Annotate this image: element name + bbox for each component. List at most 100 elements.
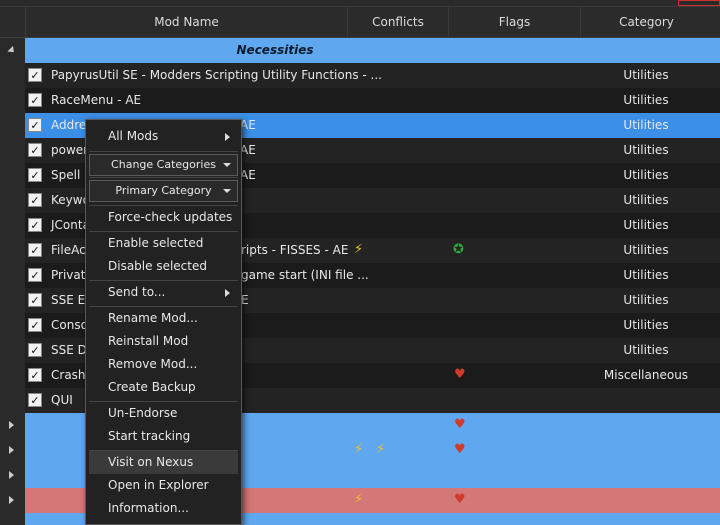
window-edge xyxy=(678,0,720,6)
group-expander[interactable] xyxy=(0,488,25,513)
primary-category-dropdown[interactable]: Primary Category xyxy=(89,180,238,202)
menu-send-to[interactable]: Send to... xyxy=(89,281,238,304)
row-gutter xyxy=(0,138,25,163)
expand-arrow-icon xyxy=(9,446,14,454)
enabled-checkbox[interactable]: ✓ xyxy=(28,143,42,157)
pin-icon: ✪ xyxy=(453,242,464,257)
enabled-checkbox[interactable]: ✓ xyxy=(28,168,42,182)
enabled-checkbox[interactable]: ✓ xyxy=(28,68,42,82)
expand-arrow-icon xyxy=(9,471,14,479)
header-mod-name[interactable]: Mod Name xyxy=(25,7,347,37)
submenu-arrow-icon xyxy=(225,289,230,297)
row-gutter xyxy=(0,238,25,263)
mod-name-visible-right: E xyxy=(241,293,249,307)
enabled-checkbox[interactable]: ✓ xyxy=(28,318,42,332)
mod-category: Utilities xyxy=(623,293,669,307)
row-gutter xyxy=(0,63,25,88)
mod-name-visible: QUI xyxy=(51,393,73,407)
row-gutter xyxy=(0,113,25,138)
heart-icon: ♥ xyxy=(454,367,466,382)
menu-un-endorse[interactable]: Un-Endorse xyxy=(89,402,238,425)
header-flags[interactable]: Flags xyxy=(448,7,580,37)
group-expander[interactable] xyxy=(0,413,25,438)
group-name: Necessities xyxy=(236,43,314,57)
lightning-icon: ⚡ xyxy=(376,442,386,457)
menu-all-mods[interactable]: All Mods xyxy=(89,125,238,148)
enabled-checkbox[interactable]: ✓ xyxy=(28,393,42,407)
dropdown-label: Primary Category xyxy=(115,184,212,197)
header-conflicts[interactable]: Conflicts xyxy=(347,7,448,37)
expand-arrow-icon xyxy=(9,421,14,429)
menu-visit-on-nexus[interactable]: Visit on Nexus xyxy=(89,451,238,474)
menu-enable-selected[interactable]: Enable selected xyxy=(89,232,238,255)
lightning-icon: ⚡ xyxy=(354,492,364,507)
table-row[interactable]: ✓ PapyrusUtil SE - Modders Scripting Uti… xyxy=(0,63,720,88)
mod-name-visible: power xyxy=(51,143,89,157)
mod-name-visible-right: game start (INI file ... xyxy=(241,268,369,282)
enabled-checkbox[interactable]: ✓ xyxy=(28,243,42,257)
menu-disable-selected[interactable]: Disable selected xyxy=(89,255,238,278)
collapse-arrow-icon xyxy=(7,45,17,56)
mod-category: Utilities xyxy=(623,118,669,132)
mod-category: Utilities xyxy=(623,68,669,82)
mod-category: Utilities xyxy=(623,218,669,232)
enabled-checkbox[interactable]: ✓ xyxy=(28,193,42,207)
mod-category: Utilities xyxy=(623,168,669,182)
mod-category: Utilities xyxy=(623,343,669,357)
mod-name-visible-right: ripts - FISSES - AE xyxy=(241,243,349,257)
column-header: Mod Name Conflicts Flags Category xyxy=(0,7,720,38)
group-expander[interactable] xyxy=(0,438,25,463)
mod-category: Utilities xyxy=(623,93,669,107)
top-strip xyxy=(0,0,720,7)
change-categories-dropdown[interactable]: Change Categories xyxy=(89,154,238,176)
menu-label: Send to... xyxy=(108,285,166,299)
chevron-down-icon xyxy=(223,163,231,167)
table-row[interactable]: ✓ RaceMenu - AE Utilities xyxy=(0,88,720,113)
row-gutter xyxy=(0,288,25,313)
header-category[interactable]: Category xyxy=(580,7,712,37)
enabled-checkbox[interactable]: ✓ xyxy=(28,93,42,107)
menu-separator xyxy=(89,151,238,152)
group-band: Necessities xyxy=(25,38,720,63)
lightning-icon: ⚡ xyxy=(354,242,364,257)
row-gutter xyxy=(0,388,25,413)
mod-category: Miscellaneous xyxy=(603,368,689,382)
chevron-down-icon xyxy=(223,189,231,193)
menu-label: All Mods xyxy=(108,129,159,143)
menu-rename-mod[interactable]: Rename Mod... xyxy=(89,307,238,330)
row-gutter xyxy=(0,313,25,338)
menu-separator xyxy=(89,177,238,178)
enabled-checkbox[interactable]: ✓ xyxy=(28,118,42,132)
menu-open-in-explorer[interactable]: Open in Explorer xyxy=(89,474,238,497)
row-gutter xyxy=(0,88,25,113)
mod-category: Utilities xyxy=(623,318,669,332)
enabled-checkbox[interactable]: ✓ xyxy=(28,343,42,357)
mod-name-visible: FileAc xyxy=(51,243,86,257)
mod-name: RaceMenu - AE xyxy=(51,93,142,107)
menu-information[interactable]: Information... xyxy=(89,497,238,520)
group-row-necessities[interactable]: Necessities xyxy=(0,38,720,63)
enabled-checkbox[interactable]: ✓ xyxy=(28,368,42,382)
submenu-arrow-icon xyxy=(225,133,230,141)
enabled-checkbox[interactable]: ✓ xyxy=(28,218,42,232)
menu-remove-mod[interactable]: Remove Mod... xyxy=(89,353,238,376)
context-menu: All Mods Change Categories Primary Categ… xyxy=(85,119,242,525)
group-expander[interactable] xyxy=(0,513,25,525)
row-gutter xyxy=(0,363,25,388)
menu-force-check-updates[interactable]: Force-check updates xyxy=(89,206,238,229)
row-gutter xyxy=(0,338,25,363)
mod-name-visible-right: AE xyxy=(240,118,256,132)
lightning-icon: ⚡ xyxy=(354,442,364,457)
menu-start-tracking[interactable]: Start tracking xyxy=(89,425,238,448)
mod-category: Utilities xyxy=(623,268,669,282)
group-expander[interactable] xyxy=(0,38,25,63)
enabled-checkbox[interactable]: ✓ xyxy=(28,268,42,282)
group-expander[interactable] xyxy=(0,463,25,488)
row-gutter xyxy=(0,188,25,213)
enabled-checkbox[interactable]: ✓ xyxy=(28,293,42,307)
mod-name-visible-right: AE xyxy=(240,168,256,182)
mod-name: PapyrusUtil SE - Modders Scripting Utili… xyxy=(51,68,382,82)
expand-arrow-icon xyxy=(9,496,14,504)
menu-reinstall-mod[interactable]: Reinstall Mod xyxy=(89,330,238,353)
menu-create-backup[interactable]: Create Backup xyxy=(89,376,238,399)
